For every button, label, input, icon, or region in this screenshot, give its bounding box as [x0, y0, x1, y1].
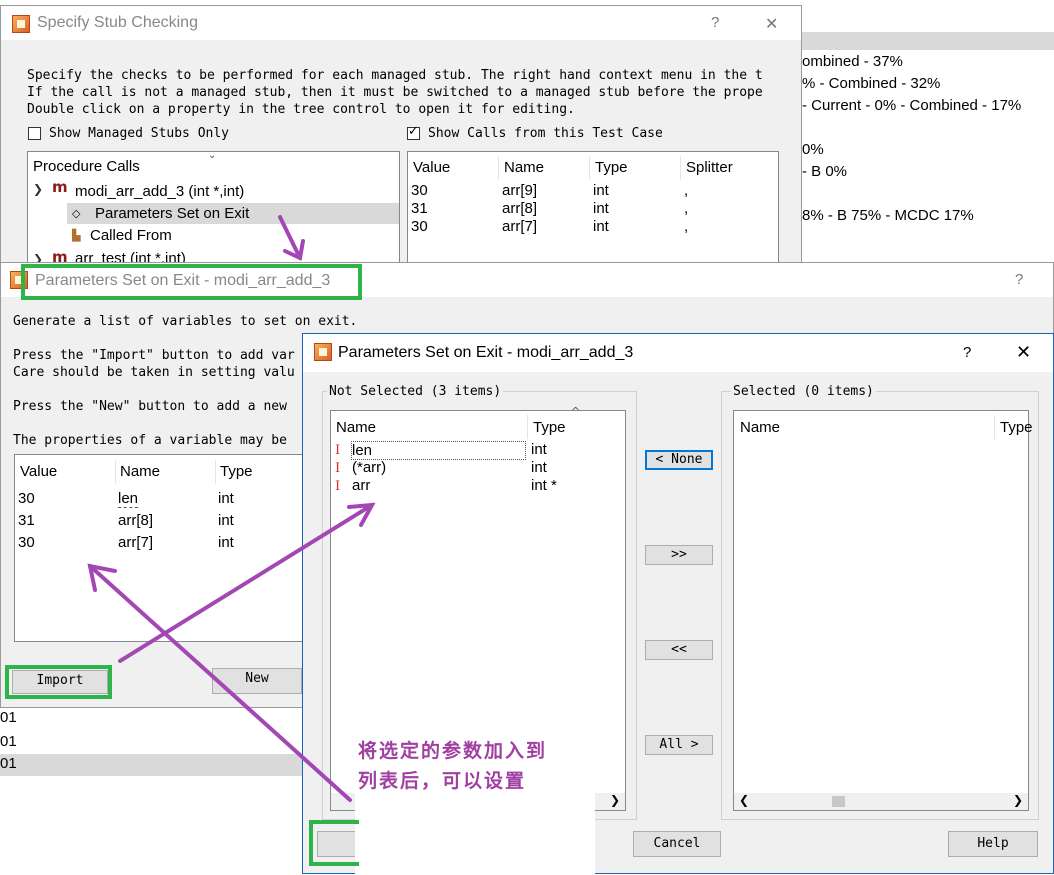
annotation-arrows: [87, 215, 376, 802]
arrow-to-title: [278, 215, 305, 261]
arrow-import-to-list: [118, 502, 376, 663]
